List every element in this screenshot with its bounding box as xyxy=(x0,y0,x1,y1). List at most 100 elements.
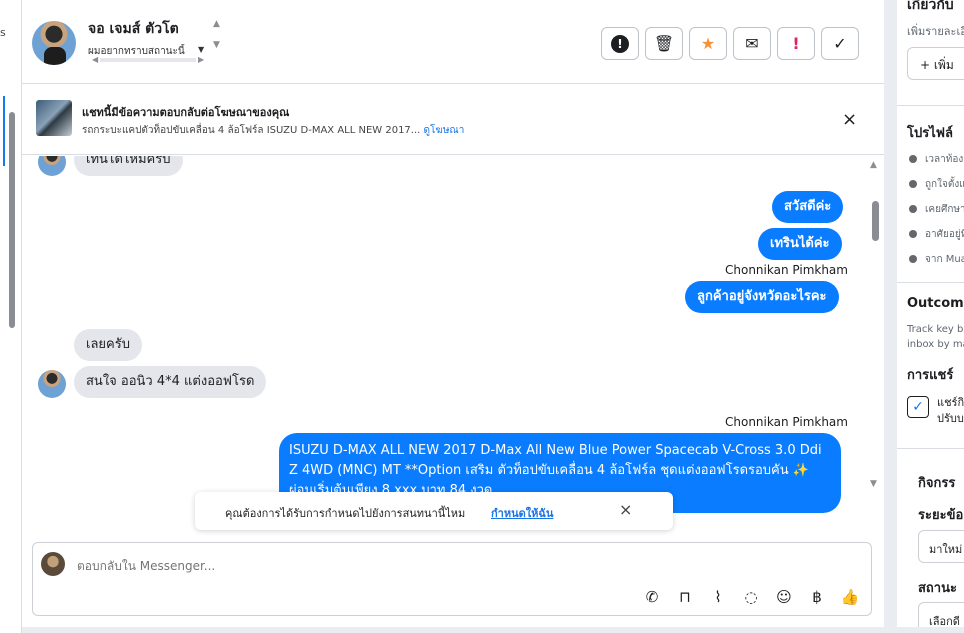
exclamation-circle-icon: ! xyxy=(611,34,629,53)
stage-label: ระยะข้อ xyxy=(918,508,964,523)
incoming-message: เทนไดไหมครับ xyxy=(74,156,183,176)
star-icon: ★ xyxy=(700,34,716,53)
share-label-line: ปรับบ xyxy=(937,412,964,425)
left-strip-glyph: s xyxy=(0,26,6,39)
close-icon[interactable]: × xyxy=(842,109,857,130)
toast-message: คุณต้องการได้รับการกำหนดไปยังการสนทนานี้… xyxy=(225,507,466,520)
page-avatar xyxy=(41,552,65,576)
thumbs-up-icon[interactable]: 👍 xyxy=(839,586,861,608)
reply-composer: ✆ ⊓ ⌇ ◌ ☺ ฿ 👍 xyxy=(32,542,872,616)
ad-banner-title: แชทนี้มีข้อความตอบกลับต่อโฆษณาของคุณ xyxy=(82,106,290,119)
flag-button[interactable]: ! xyxy=(777,27,815,60)
location-pin-icon xyxy=(909,230,917,238)
outgoing-message: ลูกค้าอยู่จังหวัดอะไรคะ xyxy=(685,281,839,313)
about-heading: เกี่ยวกับ xyxy=(907,0,954,13)
incoming-message: เลยครับ xyxy=(74,329,142,361)
graduation-cap-icon xyxy=(909,205,917,213)
left-nav-strip: s xyxy=(0,0,22,633)
done-button[interactable]: ✓ xyxy=(821,27,859,60)
sender-name: Chonnikan Pimkham xyxy=(725,263,848,277)
sender-name: Chonnikan Pimkham xyxy=(725,415,848,429)
close-icon[interactable]: × xyxy=(619,500,632,519)
view-ad-link[interactable]: ดูโฆษณา xyxy=(424,125,465,136)
profile-row-text: เวลาท้องถิ่น xyxy=(925,154,964,165)
scroll-right-icon[interactable]: ▶ xyxy=(198,55,204,64)
exclamation-icon: ! xyxy=(792,34,800,53)
trash-icon: 🗑 xyxy=(653,34,675,53)
scroll-up-icon[interactable]: ▲ xyxy=(870,160,877,170)
profile-heading: โปรไฟล์ xyxy=(907,126,953,141)
outcome-heading: Outcome xyxy=(907,296,964,311)
left-scrollbar[interactable] xyxy=(9,112,15,328)
profile-row-text: จาก Mua xyxy=(925,254,964,265)
check-icon: ✓ xyxy=(833,34,847,53)
phone-plus-icon[interactable]: ✆ xyxy=(641,586,663,608)
incoming-message: สนใจ ออนิว 4*4 แต่งออฟโรด xyxy=(74,366,267,398)
ad-banner-description: รถกระบะแคปตัวท็อปขับเคลื่อน 4 ล้อโฟร์ล I… xyxy=(82,123,464,138)
profile-row-text: อาศัยอยู่ที่ xyxy=(925,229,964,240)
panel-gutter xyxy=(884,0,897,633)
outgoing-message: เทรินได้ค่ะ xyxy=(758,228,842,260)
ad-description-text: รถกระบะแคปตัวท็อปขับเคลื่อน 4 ล้อโฟร์ล I… xyxy=(82,125,421,136)
delete-button[interactable]: 🗑 xyxy=(645,27,683,60)
baht-icon[interactable]: ฿ xyxy=(806,586,828,608)
bag-icon[interactable]: ⊓ xyxy=(674,586,696,608)
share-checkbox[interactable]: ✓ xyxy=(907,396,929,418)
divider xyxy=(897,105,964,106)
subtitle-scrollbar[interactable] xyxy=(100,58,196,62)
star-button[interactable]: ★ xyxy=(689,27,727,60)
ad-reply-banner: แชทนี้มีข้อความตอบกลับต่อโฆษณาของคุณ รถก… xyxy=(22,85,884,155)
contact-details-panel: เกี่ยวกับ เพิ่มรายละเอียด + เพิ่ม โปรไฟล… xyxy=(897,0,964,627)
divider xyxy=(897,448,964,449)
scroll-left-icon[interactable]: ◀ xyxy=(92,55,98,64)
emoji-icon[interactable]: ☺ xyxy=(773,586,795,608)
outcome-text: inbox by ma xyxy=(907,339,964,350)
message-thread: เทนไดไหมครับ สวัสดีค่ะ เทรินได้ค่ะ Chonn… xyxy=(22,156,884,536)
profile-row-text: ถูกใจตั้งแต่ xyxy=(925,179,964,190)
profile-row-text: เคยศึกษา xyxy=(925,204,964,215)
contact-subtitle: ผมอยากทราบสถานะนี้ xyxy=(88,46,185,56)
add-details-button[interactable]: + เพิ่ม xyxy=(907,47,964,80)
status-select[interactable]: เลือกดี xyxy=(918,602,964,627)
contact-avatar[interactable] xyxy=(32,21,76,65)
reply-input[interactable] xyxy=(77,559,677,573)
stage-select[interactable]: มาใหม่ xyxy=(918,530,964,563)
conversation-panel: จอ เจมส์ ตัวโต ▲ ▼ ผมอยากทราบสถานะนี้ ▼ … xyxy=(22,0,884,627)
chevron-down-icon[interactable]: ▼ xyxy=(198,45,204,54)
scroll-up-icon[interactable]: ▲ xyxy=(213,19,220,29)
profile-row: เคยศึกษา xyxy=(909,202,964,217)
activity-heading: กิจกรร xyxy=(918,476,956,491)
header-actions: ! 🗑 ★ ✉ ! ✓ xyxy=(601,27,859,60)
report-button[interactable]: ! xyxy=(601,27,639,60)
thread-scrollbar[interactable] xyxy=(872,201,879,241)
ad-thumbnail[interactable] xyxy=(36,100,72,136)
scroll-down-icon[interactable]: ▼ xyxy=(213,40,220,50)
about-subtitle: เพิ่มรายละเอียด xyxy=(907,25,964,38)
profile-row: อาศัยอยู่ที่ xyxy=(909,227,964,242)
assign-to-me-link[interactable]: กำหนดให้ฉัน xyxy=(491,504,553,522)
envelope-x-icon: ✉ xyxy=(745,34,759,53)
scroll-down-icon[interactable]: ▼ xyxy=(870,479,877,489)
profile-row: ถูกใจตั้งแต่ xyxy=(909,177,964,192)
conversation-header: จอ เจมส์ ตัวโต ▲ ▼ ผมอยากทราบสถานะนี้ ▼ … xyxy=(22,0,884,84)
spam-button[interactable]: ✉ xyxy=(733,27,771,60)
profile-row: จาก Mua xyxy=(909,252,964,267)
share-checkbox-label: แชร์กิ ปรับบ xyxy=(937,395,964,427)
selected-indicator xyxy=(3,96,5,166)
share-label-line: แชร์กิ xyxy=(937,396,964,409)
clock-icon xyxy=(909,155,917,163)
profile-row: เวลาท้องถิ่น xyxy=(909,152,964,167)
sender-avatar xyxy=(38,370,66,398)
status-label: สถานะ xyxy=(918,581,957,596)
outgoing-message: สวัสดีค่ะ xyxy=(772,191,844,223)
location-pin-icon xyxy=(909,255,917,263)
composer-toolbar: ✆ ⊓ ⌇ ◌ ☺ ฿ 👍 xyxy=(641,586,861,608)
contact-name[interactable]: จอ เจมส์ ตัวโต xyxy=(88,18,179,40)
thumbs-up-icon xyxy=(909,180,917,188)
share-heading: การแชร์ xyxy=(907,368,954,383)
outcome-text: Track key bu xyxy=(907,324,964,335)
chat-bubble-icon[interactable]: ◌ xyxy=(740,586,762,608)
paperclip-icon[interactable]: ⌇ xyxy=(707,586,729,608)
divider xyxy=(897,282,964,283)
assign-toast: คุณต้องการได้รับการกำหนดไปยังการสนทนานี้… xyxy=(195,492,673,530)
